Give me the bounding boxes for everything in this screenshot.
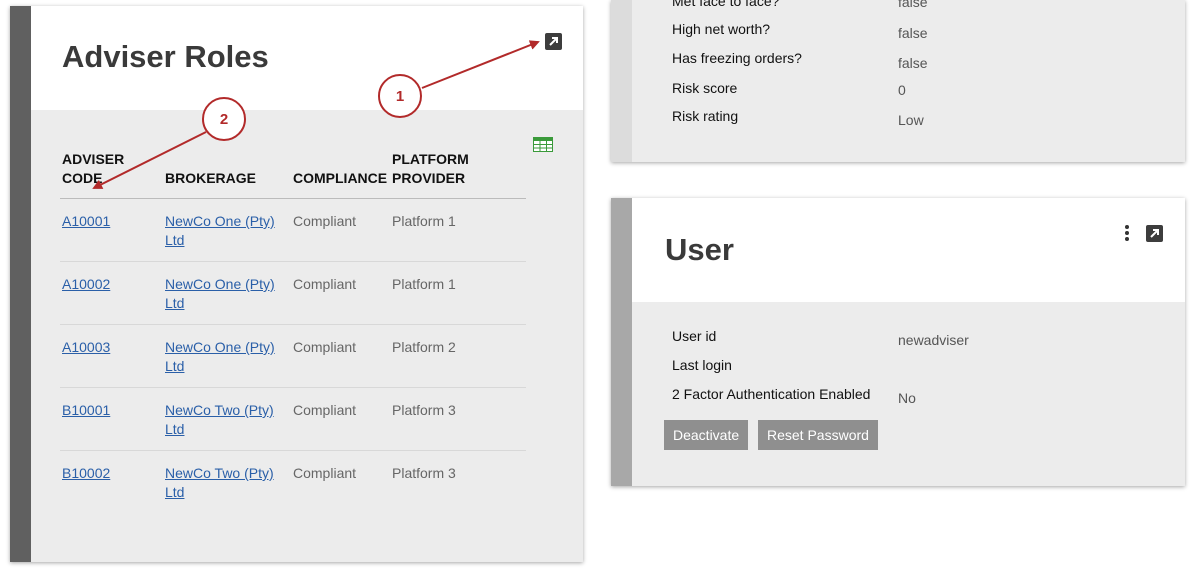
adviser-roles-card: Adviser Roles ADVISER CODE BROKERAGE COMP…	[10, 6, 583, 562]
table-row: B10001 NewCo Two (Pty) Ltd Compliant Plat…	[60, 387, 526, 451]
brokerage-link[interactable]: NewCo Two (Pty) Ltd	[165, 465, 274, 500]
compliance-cell: Compliant	[293, 465, 357, 481]
deactivate-button[interactable]: Deactivate	[664, 420, 749, 450]
compliance-cell: Compliant	[291, 261, 390, 325]
platform-cell: Platform 3	[392, 465, 456, 481]
adviser-code-link[interactable]: A10001	[62, 213, 110, 229]
table-row: A10003 NewCo One (Pty) Ltd Compliant Plat…	[60, 324, 526, 388]
user-id-value: newadviser	[898, 332, 969, 348]
field-label: High net worth?	[672, 21, 771, 37]
platform-cell: Platform 1	[390, 198, 526, 262]
field-label: Met face to face?	[672, 0, 780, 9]
adviser-roles-table: ADVISER CODE BROKERAGE COMPLIANCE PLATFOR…	[60, 148, 526, 513]
brokerage-link[interactable]: NewCo One (Pty) Ltd	[165, 213, 275, 248]
spreadsheet-icon[interactable]	[533, 137, 553, 152]
user-card-title: User	[665, 232, 734, 267]
compliance-cell: Compliant	[291, 198, 390, 262]
client-details-card: Met face to face? false High net worth? …	[611, 0, 1185, 162]
two-factor-label: 2 Factor Authentication Enabled	[672, 386, 871, 402]
adviser-code-link[interactable]: A10003	[62, 339, 110, 355]
compliance-cell: Compliant	[291, 324, 390, 388]
card-accent-bar	[10, 6, 31, 562]
column-header-adviser-code[interactable]: ADVISER CODE	[60, 148, 163, 199]
brokerage-link[interactable]: NewCo One (Pty) Ltd	[165, 276, 275, 311]
field-value: false	[898, 55, 928, 71]
table-header-row: ADVISER CODE BROKERAGE COMPLIANCE PLATFOR…	[60, 148, 526, 199]
external-link-icon[interactable]	[1146, 225, 1163, 242]
platform-cell: Platform 1	[390, 261, 526, 325]
adviser-code-link[interactable]: B10002	[62, 465, 110, 481]
column-header-brokerage[interactable]: BROKERAGE	[163, 148, 291, 199]
platform-cell: Platform 2	[390, 324, 526, 388]
field-label: Risk rating	[672, 108, 739, 124]
field-value: false	[898, 25, 928, 41]
card-accent-bar	[611, 0, 632, 162]
column-header-platform-provider[interactable]: PLATFORM PROVIDER	[390, 148, 526, 199]
table-row: A10002 NewCo One (Pty) Ltd Compliant Plat…	[60, 261, 526, 325]
adviser-code-link[interactable]: B10001	[62, 402, 110, 418]
adviser-code-link[interactable]: A10002	[62, 276, 110, 292]
field-value: Low	[898, 112, 924, 128]
brokerage-link[interactable]: NewCo Two (Pty) Ltd	[165, 402, 274, 437]
brokerage-link[interactable]: NewCo One (Pty) Ltd	[165, 339, 275, 374]
two-factor-value: No	[898, 390, 916, 406]
last-login-label: Last login	[672, 357, 732, 373]
table-row: A10001 NewCo One (Pty) Ltd Compliant Plat…	[60, 198, 526, 262]
user-id-label: User id	[672, 328, 717, 344]
annotation-callout-2: 2	[202, 97, 246, 141]
reset-password-button[interactable]: Reset Password	[758, 420, 878, 450]
kebab-menu-icon[interactable]	[1124, 225, 1130, 243]
external-link-icon[interactable]	[545, 33, 562, 50]
page-title: Adviser Roles	[62, 39, 269, 74]
field-value: 0	[898, 82, 906, 98]
column-header-compliance[interactable]: COMPLIANCE	[291, 148, 390, 199]
table-row: B10002 NewCo Two (Pty) Ltd Compliant Plat…	[60, 451, 526, 514]
field-label: Has freezing orders?	[672, 50, 802, 66]
compliance-cell: Compliant	[291, 387, 390, 451]
field-value: false	[898, 0, 928, 10]
platform-cell: Platform 3	[390, 387, 526, 451]
user-card: User User id newadviser Last login 2 Fac…	[611, 198, 1185, 486]
annotation-callout-1: 1	[378, 74, 422, 118]
card-accent-bar	[611, 198, 632, 486]
field-label: Risk score	[672, 80, 738, 96]
